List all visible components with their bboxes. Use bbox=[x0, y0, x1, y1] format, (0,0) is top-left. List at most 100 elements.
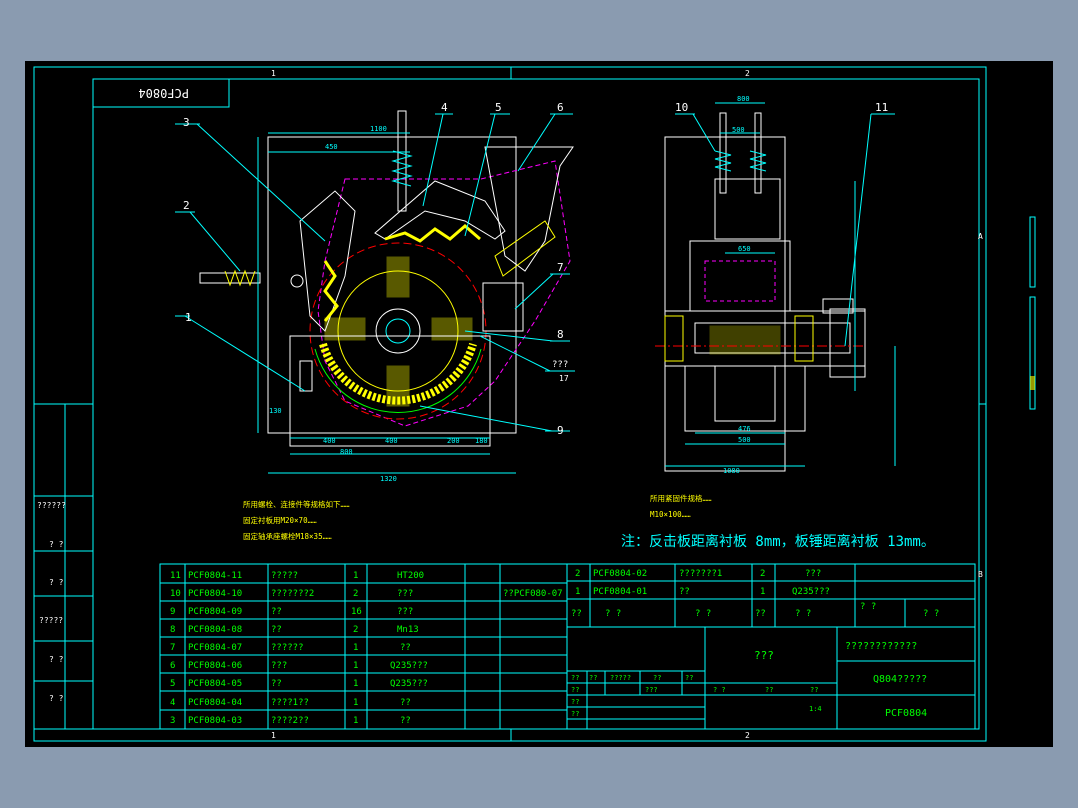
dim-front-b1: 400 bbox=[323, 437, 336, 445]
dim-front-b4: 180 bbox=[475, 437, 488, 445]
bom-name: ???????2 bbox=[271, 589, 314, 599]
sig-cell: ?? bbox=[571, 698, 579, 706]
bom-row: 7 PCF0804-07 ?????? 1 ?? bbox=[170, 643, 411, 653]
bom-row: 4 PCF0804-04 ????1?? 1 ?? bbox=[170, 698, 411, 708]
cad-drawing: 1 2 1 2 A B PCF0804 ?????? ? ? ? ? ?????… bbox=[33, 66, 1036, 742]
edge-strip-2 bbox=[1029, 296, 1036, 410]
sig-cell: ?? bbox=[571, 710, 579, 718]
bom-name: ?? bbox=[271, 679, 282, 689]
bom-name: ????? bbox=[271, 571, 298, 581]
dim-front-top-1: 450 bbox=[325, 143, 338, 151]
sig-cell: ?? bbox=[571, 674, 579, 682]
edge-strip-mark bbox=[1030, 376, 1035, 390]
top-bom-mat: ??? bbox=[805, 569, 821, 579]
zone-bottom-2: 2 bbox=[745, 731, 750, 740]
top-bom-no: 2 bbox=[575, 569, 580, 579]
balloon-11: 11 bbox=[875, 101, 888, 114]
bom-name: ?? bbox=[271, 607, 282, 617]
title-signature-rows: ?? ?? ????? ?? ?? ?? ??? ?? ? ? ?? ?? ?? bbox=[571, 674, 818, 718]
sig-cell: ?? bbox=[685, 674, 693, 682]
sig-cell: ?? bbox=[571, 686, 579, 694]
bom-qty: 1 bbox=[353, 643, 358, 653]
bom-mat: ?? bbox=[400, 716, 411, 726]
bom-no: 11 bbox=[170, 571, 181, 581]
front-view bbox=[199, 110, 574, 474]
side-view bbox=[655, 102, 896, 472]
bom-no: 3 bbox=[170, 716, 175, 726]
code-box-text: PCF0804 bbox=[138, 86, 189, 100]
header-cell: ? ? bbox=[795, 609, 811, 619]
bom-row: 5 PCF0804-05 ?? 1 Q235??? bbox=[170, 679, 428, 689]
bom-mat: Q235??? bbox=[390, 679, 428, 689]
bom-code: PCF0804-09 bbox=[188, 607, 242, 617]
header-cell: ? ? bbox=[695, 609, 711, 619]
bom-header: ?? ? ? ? ? ?? ? ? ? ? ? ? bbox=[571, 602, 939, 619]
dim-side-b3: 476 bbox=[738, 425, 751, 433]
top-bom-code: PCF0804-01 bbox=[593, 587, 647, 597]
dim-side-bottom: 1080 bbox=[723, 467, 740, 475]
title-company: ???????????? bbox=[845, 641, 917, 652]
bom-mat: Q235??? bbox=[390, 661, 428, 671]
bom-code: PCF0804-04 bbox=[188, 698, 242, 708]
bom-no: 5 bbox=[170, 679, 175, 689]
note-right-1: 所用紧固件规格…… bbox=[650, 493, 712, 503]
outer-frame bbox=[33, 66, 987, 742]
bom-qty: 16 bbox=[351, 607, 362, 617]
bom-mat: ?? bbox=[400, 643, 411, 653]
balloon-9: 9 bbox=[557, 424, 564, 437]
top-bom-name: ?? bbox=[679, 587, 690, 597]
note-left-2: 固定衬板用M20×70…… bbox=[243, 515, 317, 525]
top-bom-code: PCF0804-02 bbox=[593, 569, 647, 579]
bom-no: 10 bbox=[170, 589, 181, 599]
sidebar-cell-3: ? ? bbox=[49, 578, 64, 587]
bom-note: ??PCF080-07 bbox=[503, 589, 563, 599]
note-main: 注：反击板距离衬板 8mm，板锤距离衬板 13mm。 bbox=[621, 533, 935, 550]
bom-qty: 1 bbox=[353, 661, 358, 671]
bom-row: 6 PCF0804-06 ??? 1 Q235??? bbox=[170, 661, 428, 671]
top-bom-no: 1 bbox=[575, 587, 580, 597]
bom-qty: 1 bbox=[353, 679, 358, 689]
balloon-8: 8 bbox=[557, 328, 564, 341]
top-bom-name: ???????1 bbox=[679, 569, 722, 579]
bom-mat: ?? bbox=[400, 698, 411, 708]
header-cell: ? ? bbox=[605, 609, 621, 619]
balloon-5: 5 bbox=[495, 101, 502, 114]
zone-letter-b: B bbox=[978, 570, 983, 579]
header-cell: ? ? bbox=[860, 602, 876, 612]
edge-strip-1 bbox=[1029, 216, 1036, 288]
bom-row: 8 PCF0804-08 ?? 2 Mn13 bbox=[170, 625, 419, 635]
balloon-6: 6 bbox=[557, 101, 564, 114]
balloon-unknown: ??? bbox=[552, 360, 568, 370]
bom-code: PCF0804-07 bbox=[188, 643, 242, 653]
sidebar-cell-4: ????? bbox=[39, 616, 63, 625]
top-bom-mat: Q235??? bbox=[792, 587, 830, 597]
dim-side-top: 800 bbox=[737, 95, 750, 103]
zone-top-1: 1 bbox=[271, 69, 276, 78]
balloon-17: 17 bbox=[559, 374, 569, 383]
top-bom-row: 1 PCF0804-01 ?? 1 Q235??? bbox=[575, 587, 830, 597]
bom-rows: 11 PCF0804-11 ????? 1 HT200 10 PCF0804-1… bbox=[170, 571, 563, 726]
note-left-1: 所用螺栓、连接件等规格如下…… bbox=[243, 499, 350, 509]
bom-code: PCF0804-08 bbox=[188, 625, 242, 635]
bom-name: ??? bbox=[271, 661, 287, 671]
top-bom-qty: 2 bbox=[760, 569, 765, 579]
bom-qty: 1 bbox=[353, 698, 358, 708]
dim-side-mid: 650 bbox=[738, 245, 751, 253]
bom-no: 9 bbox=[170, 607, 175, 617]
bom-code: PCF0804-05 bbox=[188, 679, 242, 689]
title-design: ??? bbox=[754, 649, 774, 662]
sig-cell: ?? bbox=[810, 686, 818, 694]
sig-cell: ?? bbox=[589, 674, 597, 682]
top-bom-row: 2 PCF0804-02 ???????1 2 ??? bbox=[575, 569, 821, 579]
sig-cell: ? ? bbox=[713, 686, 726, 694]
zone-bottom-1: 1 bbox=[271, 731, 276, 740]
sidebar-cell-1: ?????? bbox=[37, 501, 66, 510]
balloon-2: 2 bbox=[183, 199, 190, 212]
bom-mat: ??? bbox=[397, 607, 413, 617]
dim-front-b2: 400 bbox=[385, 437, 398, 445]
bom-code: PCF0804-03 bbox=[188, 716, 242, 726]
balloon-3: 3 bbox=[183, 116, 190, 129]
bom-code: PCF0804-10 bbox=[188, 589, 242, 599]
zone-letter-a: A bbox=[978, 232, 983, 241]
left-sidebar bbox=[33, 403, 94, 730]
